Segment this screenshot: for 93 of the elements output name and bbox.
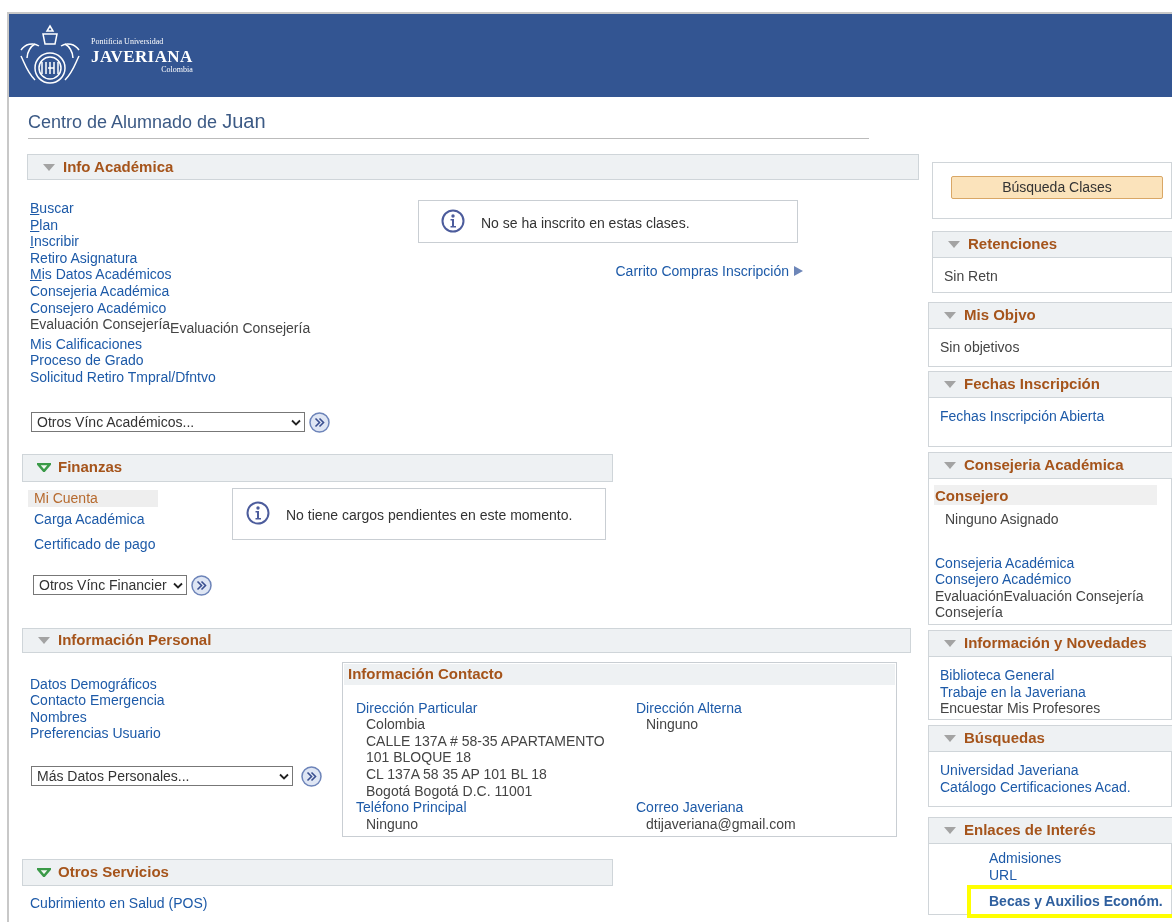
logo-wordmark: JAVERIANA [91,47,193,65]
contact-label: Teléfono Principal [356,799,468,816]
subheader: Consejero [934,485,1157,505]
sidebar-text: Sin Retn [944,268,998,285]
student-name: Juan [222,109,266,134]
sidebar-text: Encuestar Mis Profesores [940,700,1101,717]
section-title: Retenciones [968,234,1058,255]
finance-link[interactable]: Certificado de pago [28,535,162,553]
chevron-down-icon [173,581,183,589]
contact-value: Colombia [365,716,427,733]
collapse-triangle-icon[interactable] [943,461,957,470]
sidebar-link[interactable]: Consejeria Académica [935,554,1075,572]
collapse-triangle-icon[interactable] [947,240,961,249]
sidebar-link[interactable]: Trabaje en la Javeriana [940,683,1086,701]
section-title: Mis Objvo [964,305,1036,326]
sidebar-text: Sin objetivos [940,339,1020,356]
contact-value: Ninguno [365,815,420,833]
contact-label: Dirección Particular [356,699,479,717]
info-icon [441,209,465,233]
logo-subtext: Colombia [161,65,193,74]
go-button[interactable] [301,765,322,787]
collapse-triangle-icon[interactable] [943,380,957,389]
message-text: No tiene cargos pendientes en este momento. [286,505,573,525]
chevron-down-icon [291,418,301,426]
contact-value: dtijaveriana@gmail.com [645,815,797,833]
contact-value: CL 137A 58 35 AP 101 BL 18 [365,765,548,783]
nav-label: Evaluación Consejería [30,316,171,333]
dropdown[interactable]: Otros Vínc Financier [33,575,187,596]
nav-link[interactable]: Retiro Asignatura [30,249,138,267]
personal-link[interactable]: Datos Demográficos [30,675,157,693]
nav-label: Evaluación Consejería [170,320,311,337]
sidebar-text: Ninguno Asignado [945,511,1059,528]
collapse-triangle-icon[interactable] [37,635,51,645]
personal-link[interactable]: Contacto Emergencia [30,692,165,709]
logo-text: Pontificia Universidad [91,37,165,46]
collapse-triangle-icon[interactable] [943,734,957,743]
nav-link[interactable]: Consejeria Académica [30,282,170,300]
finance-link[interactable]: Mi Cuenta [28,489,158,507]
section-title: Enlaces de Interés [964,820,1096,841]
sidebar-link[interactable]: Catálogo Certificaciones Acad. [940,778,1131,796]
service-link[interactable]: Cubrimiento en Salud (POS) [30,895,208,911]
collapse-triangle-icon[interactable] [37,463,51,473]
collapse-triangle-icon[interactable] [943,311,957,320]
section-title: Búsquedas [964,728,1045,749]
page-title: Centro de Alumnado de [28,111,218,134]
contact-title: Información Contacto [348,663,503,684]
personal-link[interactable]: Preferencias Usuario [30,725,161,742]
section-title: Consejeria Académica [964,455,1124,476]
collapse-triangle-icon[interactable] [37,867,51,877]
sidebar-link[interactable]: Biblioteca General [940,667,1055,684]
section-title: Información Personal [58,629,212,650]
dropdown[interactable]: Más Datos Personales... [31,766,293,787]
contact-label: Correo Javeriana [636,799,745,816]
section-title: Info Académica [63,156,174,177]
finance-link[interactable]: Carga Académica [28,510,151,528]
section-title: Fechas Inscripción [964,374,1100,395]
sidebar-link[interactable]: Admisiones [989,850,1062,867]
section-title: Otros Servicios [58,861,169,882]
contact-value: Bogotá Bogotá D.C. 11001 [365,782,534,800]
sidebar-link[interactable]: Fechas Inscripción Abierta [940,408,1105,425]
contact-label: Dirección Alterna [636,699,743,717]
nav-link[interactable]: Mis Calificaciones [30,335,143,353]
sidebar-text: EvaluaciónEvaluación Consejería [935,587,1144,605]
chevron-down-icon [279,772,289,780]
info-icon [246,500,270,525]
section-title: Información y Novedades [964,633,1147,654]
dropdown[interactable]: Otros Vínc Académicos... [31,412,305,433]
collapse-triangle-icon[interactable] [943,826,957,835]
message-text: No se ha inscrito en estas clases. [481,214,690,233]
sidebar-link[interactable]: Consejero Académico [935,571,1072,588]
contact-value: Ninguno [645,716,700,733]
nav-link[interactable]: Solicitud Retiro Tmpral/Dfntvo [30,368,216,386]
nav-link[interactable]: Buscar [30,200,74,217]
contact-value: 101 BLOQUE 18 [365,749,473,766]
nav-link[interactable]: Inscribir [30,233,79,250]
section-title: Finanzas [58,457,123,478]
nav-link[interactable]: Consejero Académico [30,299,167,317]
sidebar-link[interactable]: URL [989,866,1017,884]
nav-link[interactable]: Plan [30,216,59,234]
cart-link[interactable]: Carrito Compras Inscripción [615,263,789,280]
go-button[interactable] [309,411,330,433]
search-classes-button[interactable]: Búsqueda Clases [951,176,1163,199]
collapse-triangle-icon[interactable] [42,162,56,172]
nav-link[interactable]: Mis Datos Académicos [30,266,172,283]
personal-link[interactable]: Nombres [30,708,87,726]
contact-value: CALLE 137A # 58-35 APARTAMENTO [365,732,606,750]
sidebar-link[interactable]: Universidad Javeriana [940,762,1079,779]
collapse-triangle-icon[interactable] [943,639,957,648]
nav-link[interactable]: Proceso de Grado [30,352,144,369]
sidebar-link[interactable]: Becas y Auxilios Económ. [967,885,1172,918]
go-button[interactable] [191,574,212,596]
sidebar-text: Consejería [935,604,1003,621]
play-triangle-icon[interactable] [794,266,803,277]
